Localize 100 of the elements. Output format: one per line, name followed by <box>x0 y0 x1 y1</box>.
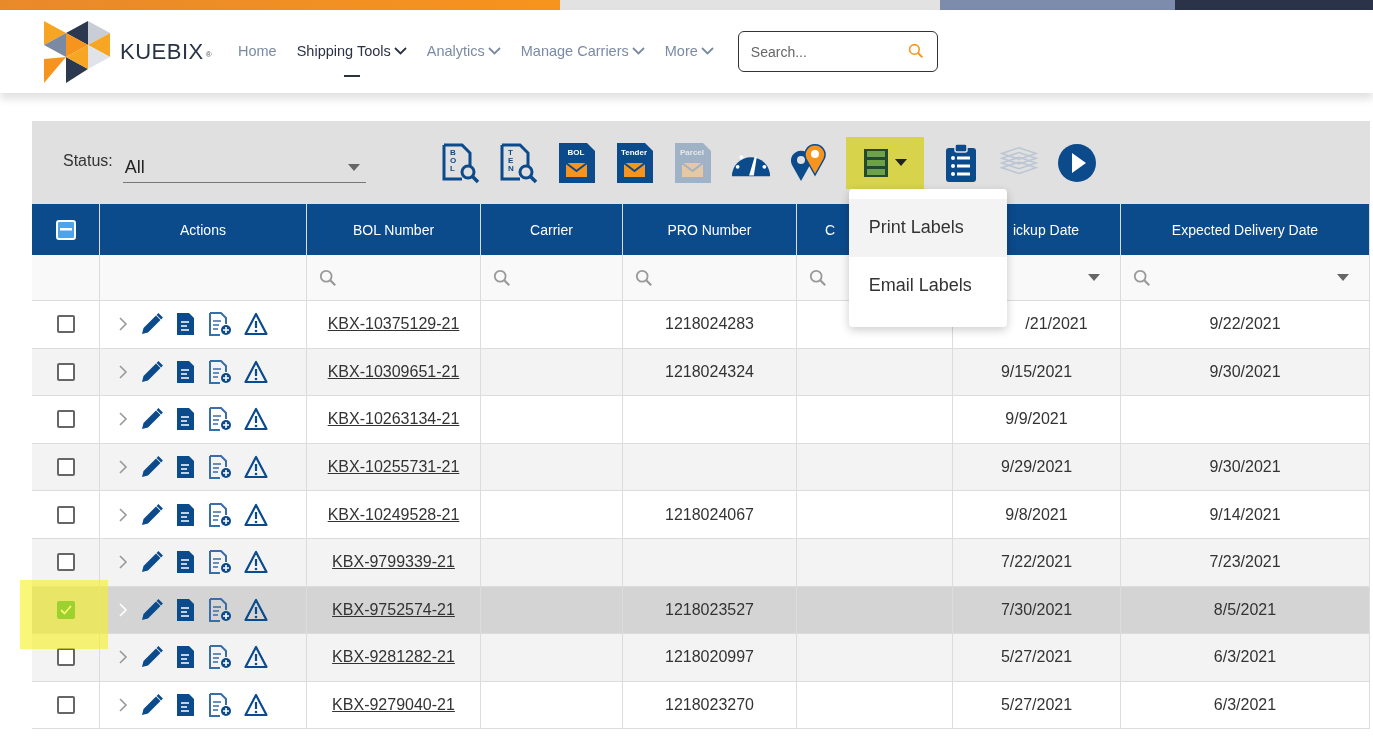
pencil-icon[interactable] <box>140 693 164 718</box>
caret-icon <box>894 159 907 166</box>
chevron-right-icon[interactable] <box>118 317 128 332</box>
column-header: Carrier <box>481 204 623 255</box>
bol-link[interactable]: KBX-10309651-21 <box>327 362 460 381</box>
pencil-icon[interactable] <box>140 407 164 432</box>
document-plus-icon[interactable] <box>208 455 232 480</box>
pencil-icon[interactable] <box>140 645 164 670</box>
nav-link[interactable]: Shipping Tools <box>296 34 407 69</box>
warning-icon[interactable] <box>244 550 268 575</box>
row-checkbox[interactable] <box>56 648 75 667</box>
warning-icon[interactable] <box>244 455 268 480</box>
table-cell: 7/23/2021 <box>1121 538 1370 587</box>
select-all-checkbox[interactable] <box>55 219 76 240</box>
status-select[interactable]: All <box>122 152 366 183</box>
server-rack-icon <box>862 147 889 178</box>
nav-link[interactable]: Home <box>238 34 277 69</box>
bol-link[interactable]: KBX-9799339-21 <box>332 553 455 572</box>
table-cell: 9/15/2021 <box>953 348 1121 397</box>
bol-link[interactable]: KBX-10375129-21 <box>327 315 460 334</box>
document-icon[interactable] <box>176 502 196 527</box>
warning-icon[interactable] <box>244 693 268 718</box>
document-icon[interactable] <box>176 359 196 384</box>
caret-icon <box>1337 274 1349 281</box>
bol-link[interactable]: KBX-10249528-21 <box>327 505 460 524</box>
bol-link[interactable]: KBX-10255731-21 <box>327 458 460 477</box>
bol-link[interactable]: KBX-9281282-21 <box>332 648 455 667</box>
table-cell: 1218020997 <box>623 634 797 682</box>
nav-link[interactable]: More <box>664 34 714 69</box>
chevron-right-icon[interactable] <box>118 364 128 379</box>
nav-link[interactable]: Analytics <box>426 34 501 69</box>
filter-cell[interactable] <box>623 255 797 301</box>
search-icon <box>809 268 827 287</box>
filter-cell[interactable] <box>1121 255 1370 301</box>
check-icon <box>59 604 72 615</box>
column-header: BOL Number <box>307 204 481 255</box>
menu-item[interactable]: Print Labels <box>848 198 1007 257</box>
chevron-right-icon[interactable] <box>118 698 128 713</box>
chevron-right-icon[interactable] <box>118 412 128 427</box>
chevron-right-icon[interactable] <box>118 507 128 522</box>
pencil-icon[interactable] <box>140 359 164 384</box>
pencil-icon[interactable] <box>140 312 164 337</box>
warning-icon[interactable] <box>244 645 268 670</box>
row-checkbox[interactable] <box>56 410 75 429</box>
document-plus-icon[interactable] <box>208 645 232 670</box>
filter-cell[interactable] <box>307 255 481 301</box>
row-checkbox[interactable] <box>56 458 75 477</box>
document-plus-icon[interactable] <box>208 550 232 575</box>
table-cell: 9/9/2021 <box>953 396 1121 444</box>
row-checkbox[interactable] <box>56 362 75 381</box>
bol-link[interactable]: KBX-9279040-21 <box>332 696 455 715</box>
document-plus-icon[interactable] <box>208 502 232 527</box>
table-cell: 9/8/2021 <box>953 491 1121 539</box>
warning-icon[interactable] <box>244 502 268 527</box>
document-plus-icon[interactable] <box>208 597 232 622</box>
row-checkbox[interactable] <box>56 315 75 334</box>
pencil-icon[interactable] <box>140 455 164 480</box>
table-cell: 6/3/2021 <box>1121 634 1370 682</box>
menu-item[interactable]: Email Labels <box>848 256 1007 315</box>
document-icon[interactable] <box>176 312 196 337</box>
warning-icon[interactable] <box>244 407 268 432</box>
nav-link[interactable]: Manage Carriers <box>520 34 645 69</box>
chevron-right-icon[interactable] <box>118 460 128 475</box>
bol-link[interactable]: KBX-9752574-21 <box>332 600 455 619</box>
bol-link[interactable]: KBX-10263134-21 <box>327 410 460 429</box>
document-icon[interactable] <box>176 550 196 575</box>
row-checkbox[interactable] <box>56 553 75 572</box>
search-icon <box>493 268 511 287</box>
pencil-icon[interactable] <box>140 502 164 527</box>
document-icon[interactable] <box>176 597 196 622</box>
table-cell: 9/14/2021 <box>1121 491 1370 539</box>
pencil-icon[interactable] <box>140 550 164 575</box>
document-plus-icon[interactable] <box>208 359 232 384</box>
table-cell: 1218024324 <box>623 348 797 397</box>
chevron-right-icon[interactable] <box>118 650 128 665</box>
document-icon[interactable] <box>176 407 196 432</box>
warning-icon[interactable] <box>244 597 268 622</box>
warning-icon[interactable] <box>244 312 268 337</box>
document-plus-icon[interactable] <box>208 693 232 718</box>
document-icon[interactable] <box>176 455 196 480</box>
document-icon[interactable] <box>176 693 196 718</box>
table-cell: 9/29/2021 <box>953 443 1121 492</box>
document-plus-icon[interactable] <box>208 407 232 432</box>
chevron-right-icon[interactable] <box>118 555 128 570</box>
search-icon <box>907 43 924 59</box>
search-field[interactable]: Search... <box>737 31 938 72</box>
labels-button[interactable] <box>845 136 924 189</box>
row-checkbox[interactable] <box>56 600 75 619</box>
row-checkbox[interactable] <box>56 505 75 524</box>
warning-icon[interactable] <box>244 359 268 384</box>
table-cell: 1218024067 <box>623 491 797 539</box>
document-search-button[interactable]: TEN <box>497 140 540 185</box>
filter-cell[interactable] <box>481 255 623 301</box>
document-search-button[interactable]: BOL <box>439 140 482 185</box>
table-cell: 9/22/2021 <box>1121 301 1370 349</box>
document-plus-icon[interactable] <box>208 312 232 337</box>
pencil-icon[interactable] <box>140 597 164 622</box>
document-icon[interactable] <box>176 645 196 670</box>
brand-name: KUEBIX <box>120 38 204 65</box>
row-checkbox[interactable] <box>56 696 75 715</box>
